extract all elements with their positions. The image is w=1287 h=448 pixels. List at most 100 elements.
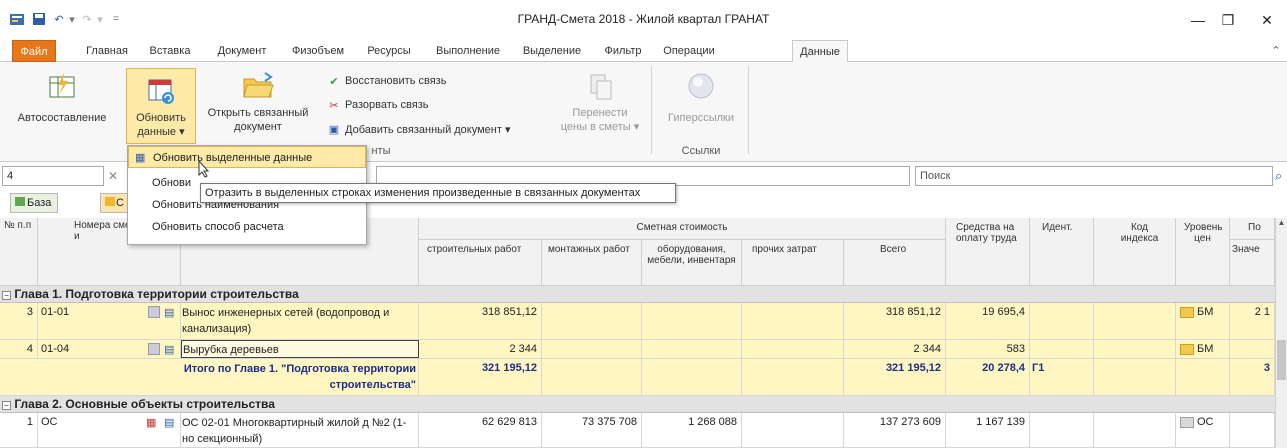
collapse-ribbon-icon[interactable]: ⌃ <box>1268 40 1284 62</box>
hyperlinks-button[interactable]: Гиперссылки <box>656 70 746 124</box>
doc-link-icon[interactable] <box>148 343 162 356</box>
col-header-equipment[interactable]: оборудования, мебели, инвентаря <box>642 240 742 286</box>
folder-icon <box>105 197 115 206</box>
collapse-icon[interactable]: − <box>2 401 11 410</box>
restore-link-button[interactable]: ✔ Восстановить связь <box>326 72 446 90</box>
menu-item-update-calc-method[interactable]: Обновить способ расчета <box>128 216 366 238</box>
row-montage <box>542 303 642 339</box>
row-other <box>742 340 844 358</box>
row-total: 137 273 609 <box>844 413 946 448</box>
update-data-label1: Обновить <box>136 112 186 124</box>
total-extra: 3 <box>1230 359 1275 395</box>
tab-operations[interactable]: Операции <box>656 40 722 62</box>
scroll-thumb[interactable] <box>1277 340 1286 380</box>
row-level-label: БМ <box>1197 343 1214 355</box>
tab-physvolume[interactable]: Физобъем <box>285 40 351 62</box>
table-row[interactable]: 4 01-04 ▤ Вырубка деревьев 2 344 2 344 5… <box>0 340 1275 359</box>
chapter-row[interactable]: − Глава 2. Основные объекты строительств… <box>0 396 1275 413</box>
col-header-total[interactable]: Всего <box>844 240 946 286</box>
globe-icon <box>684 70 718 102</box>
table-row[interactable]: 3 01-01 ▤ Вынос инженерных сетей (водопр… <box>0 303 1275 340</box>
linked-doc-icon[interactable]: ▤ <box>164 306 174 319</box>
transfer-prices-button[interactable]: Перенести цены в сметы ▾ <box>550 70 650 134</box>
scroll-up-icon[interactable]: ▲ <box>1276 218 1287 230</box>
col-header-num[interactable]: № п.п <box>0 218 38 286</box>
doc-link-icon[interactable] <box>148 306 162 319</box>
break-link-button[interactable]: ✂ Разорвать связь <box>326 96 429 114</box>
menu-item-update-selected[interactable]: ▦ Обновить выделенные данные <box>128 146 366 168</box>
row-other <box>742 413 844 448</box>
tab-data[interactable]: Данные <box>792 40 848 63</box>
col-header-wages[interactable]: Средства на оплату труда <box>946 218 1030 286</box>
minimize-button[interactable]: — <box>1183 8 1213 32</box>
row-level-label: ОС <box>1197 416 1214 428</box>
chapter-total-row[interactable]: Итого по Главе 1. "Подготовка территории… <box>0 359 1275 396</box>
col-header-po[interactable]: По <box>1230 218 1275 240</box>
autosostav-button[interactable]: Автосоставление <box>16 70 108 124</box>
col-header-construction[interactable]: строительных работ <box>419 240 542 286</box>
row-wages: 1 167 139 <box>946 413 1030 448</box>
tab-execution[interactable]: Выполнение <box>430 40 506 62</box>
add-linked-doc-button[interactable]: ▣ Добавить связанный документ ▾ <box>326 120 511 138</box>
tab-file[interactable]: Файл <box>12 40 56 62</box>
row-construction: 62 629 813 <box>419 413 542 448</box>
col-header-index-code[interactable]: Код индекса <box>1094 218 1176 286</box>
group-docs-label: нты <box>371 145 391 157</box>
row-index-code <box>1094 413 1176 448</box>
row-code: ОС <box>38 413 181 448</box>
col-header-price-level[interactable]: Уровень цен <box>1176 218 1230 286</box>
tab-filter[interactable]: Фильтр <box>597 40 649 62</box>
group-links-label: Ссылки <box>681 145 721 157</box>
ribbon-separator <box>748 66 749 154</box>
menu-item-label: Обновить способ расчета <box>152 221 284 233</box>
open-linked-label1: Открыть связанный <box>207 107 309 119</box>
restore-button[interactable]: ❐ <box>1213 8 1243 32</box>
total-wages: 20 278,4 <box>946 359 1030 395</box>
row-level-label: БМ <box>1197 306 1214 318</box>
col-header-ident[interactable]: Идент. <box>1030 218 1094 286</box>
tab-resources[interactable]: Ресурсы <box>360 40 418 62</box>
row-price-level: БМ <box>1176 303 1230 339</box>
row-equipment: 1 268 088 <box>642 413 742 448</box>
object-estimate-icon[interactable]: ▦ <box>146 416 156 429</box>
other-button[interactable]: С <box>100 193 130 213</box>
vertical-scrollbar[interactable]: ▲ <box>1275 218 1287 448</box>
total-construction: 321 195,12 <box>419 359 542 395</box>
linked-doc-icon[interactable]: ▤ <box>164 343 174 356</box>
tab-selection[interactable]: Выделение <box>518 40 586 62</box>
update-data-button[interactable]: Обновить данные ▾ <box>126 68 196 144</box>
menu-item-label: Обновить выделенные данные <box>153 152 313 164</box>
row-total: 318 851,12 <box>844 303 946 339</box>
collapse-icon[interactable]: − <box>2 291 11 300</box>
add-doc-icon: ▣ <box>328 123 340 136</box>
col-header-value[interactable]: Значе <box>1230 240 1275 286</box>
total-ident: Г1 <box>1030 359 1094 395</box>
total-index-code <box>1094 359 1176 395</box>
tab-document[interactable]: Документ <box>210 40 274 62</box>
row-extra <box>1230 340 1275 358</box>
chapter-row[interactable]: − Глава 1. Подготовка территории строите… <box>0 286 1275 303</box>
open-linked-label2: документ <box>234 121 282 133</box>
tab-insert[interactable]: Вставка <box>145 40 195 62</box>
linked-doc-icon[interactable]: ▤ <box>164 416 174 429</box>
open-linked-doc-button[interactable]: Открыть связанный документ <box>200 70 316 134</box>
col-header-other[interactable]: прочих затрат <box>742 240 844 286</box>
search-icon[interactable]: ⌕ <box>1275 168 1282 184</box>
link-break-icon: ✂ <box>329 99 339 112</box>
break-link-label: Разорвать связь <box>345 99 429 111</box>
tab-home[interactable]: Главная <box>82 40 132 62</box>
row-montage: 73 375 708 <box>542 413 642 448</box>
total-montage <box>542 359 642 395</box>
row-price-level: ОС <box>1176 413 1230 448</box>
row-name[interactable]: Вырубка деревьев <box>181 340 419 358</box>
total-total: 321 195,12 <box>844 359 946 395</box>
clear-filter-icon[interactable]: ✕ <box>108 169 118 183</box>
col-header-montage[interactable]: монтажных работ <box>542 240 642 286</box>
base-button[interactable]: База <box>10 193 58 213</box>
row-index-code <box>1094 303 1176 339</box>
search-input[interactable]: Поиск <box>915 166 1273 186</box>
close-button[interactable]: ✕ <box>1252 8 1282 32</box>
hyperlinks-label: Гиперссылки <box>668 112 734 124</box>
table-row[interactable]: 1 ОС ▦ ▤ ОС 02-01 Многоквартирный жилой … <box>0 413 1275 448</box>
filter-value-input[interactable]: 4 <box>2 166 104 186</box>
